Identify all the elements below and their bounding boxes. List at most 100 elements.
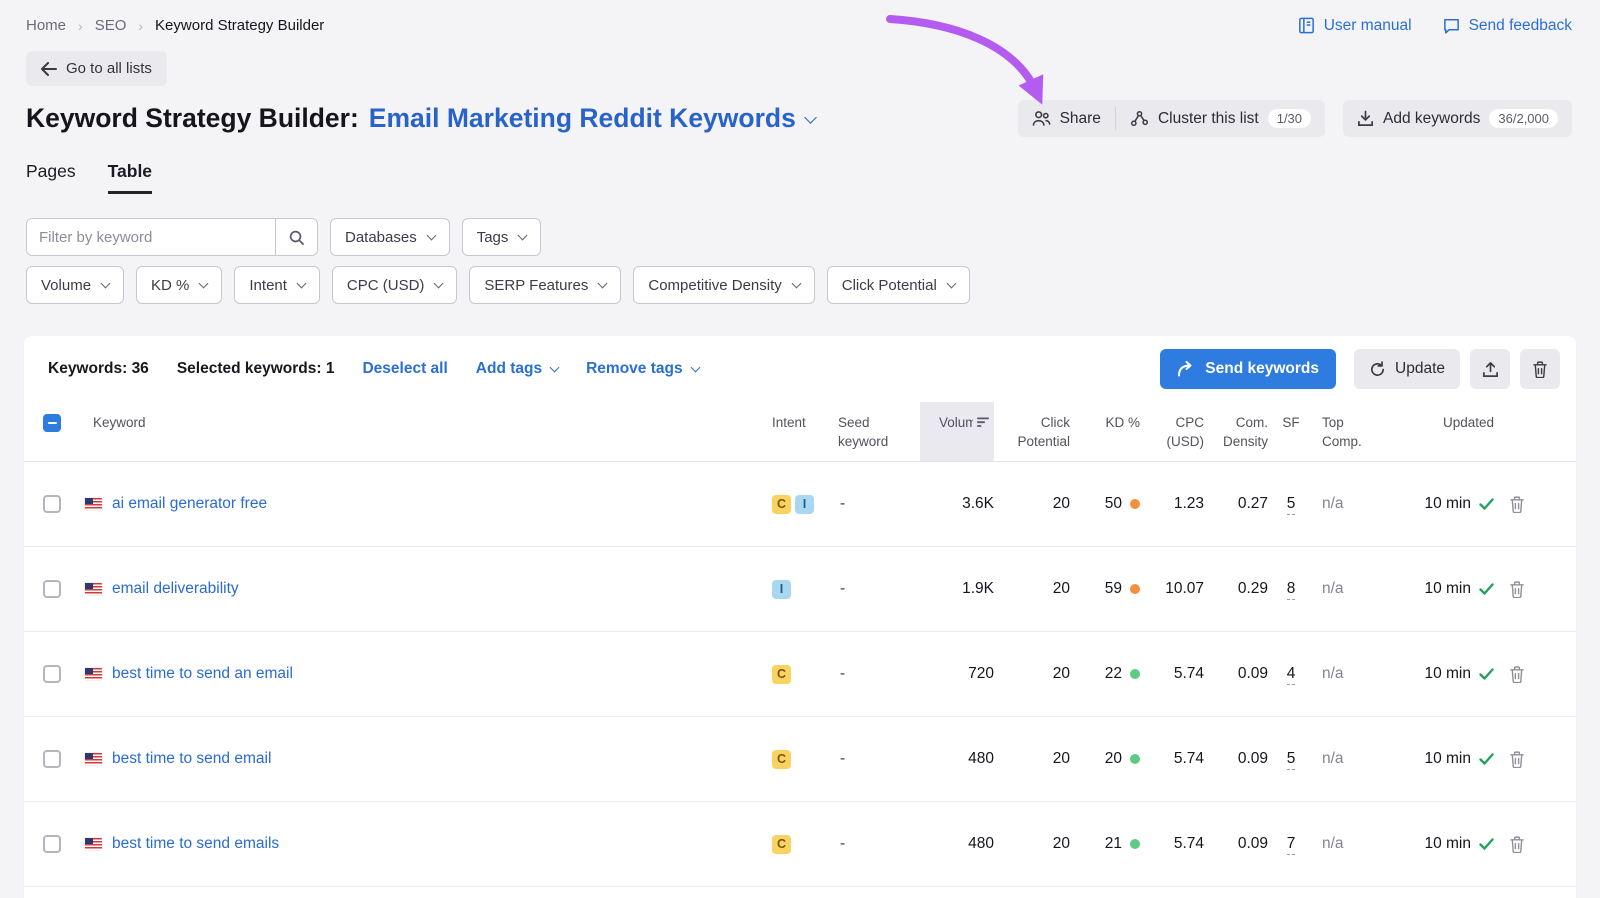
row-checkbox[interactable] — [43, 835, 61, 853]
intent-badge-C: C — [772, 665, 791, 684]
update-button[interactable]: Update — [1354, 349, 1460, 389]
com-density-value: 0.27 — [1204, 495, 1268, 513]
databases-dropdown[interactable]: Databases — [330, 218, 450, 256]
updated-check-icon — [1479, 668, 1494, 680]
volume-filter-dropdown[interactable]: Volume — [26, 266, 124, 304]
updated-value: 10 min — [1424, 495, 1471, 513]
column-volume-sorted[interactable]: Volume — [920, 402, 994, 461]
keyword-link[interactable]: best time to send an email — [112, 665, 293, 683]
delete-row-button[interactable] — [1505, 577, 1529, 602]
top-comp-value: n/a — [1314, 495, 1384, 513]
kd-filter-dropdown[interactable]: KD % — [136, 266, 222, 304]
keyword-link[interactable]: email deliverability — [112, 580, 239, 598]
table-row: email deliverabilityI-1.9K205910.070.298… — [24, 547, 1576, 632]
kd-value: 50 — [1105, 495, 1122, 513]
top-comp-value: n/a — [1314, 750, 1384, 768]
row-checkbox[interactable] — [43, 665, 61, 683]
trash-icon — [1509, 836, 1525, 853]
breadcrumb-home[interactable]: Home — [26, 17, 66, 34]
select-all-checkbox[interactable] — [43, 414, 61, 432]
serp-features-filter-dropdown[interactable]: SERP Features — [469, 266, 621, 304]
us-flag-icon — [85, 583, 102, 595]
user-manual-link[interactable]: User manual — [1297, 16, 1412, 35]
sf-value[interactable]: 4 — [1287, 665, 1296, 685]
go-to-all-lists-button[interactable]: Go to all lists — [26, 51, 167, 86]
chevron-down-icon — [426, 230, 436, 240]
volume-value: 3.6K — [920, 495, 994, 513]
delete-row-button[interactable] — [1505, 747, 1529, 772]
keyword-link[interactable]: best time to send email — [112, 750, 271, 768]
tab-table[interactable]: Table — [108, 161, 152, 194]
row-checkbox[interactable] — [43, 495, 61, 513]
export-button[interactable] — [1470, 349, 1510, 389]
keyword-link[interactable]: best time to send emails — [112, 835, 279, 853]
sf-value[interactable]: 8 — [1287, 580, 1296, 600]
column-top-comp[interactable]: Top Comp. — [1314, 402, 1384, 461]
kd-value: 59 — [1105, 580, 1122, 598]
tags-dropdown[interactable]: Tags — [462, 218, 542, 256]
cluster-this-list-button[interactable]: Cluster this list 1/30 — [1116, 100, 1325, 137]
send-keywords-button[interactable]: Send keywords — [1160, 349, 1336, 389]
row-checkbox[interactable] — [43, 750, 61, 768]
column-keyword[interactable]: Keyword — [80, 402, 764, 461]
kd-level-dot — [1130, 669, 1140, 679]
column-seed-keyword[interactable]: Seed keyword — [830, 402, 920, 461]
column-updated[interactable]: Updated — [1384, 402, 1494, 461]
chevron-down-icon — [550, 362, 560, 372]
chevron-down-icon — [946, 278, 956, 288]
share-cluster-group: Share Cluster this list 1/30 — [1018, 100, 1325, 137]
cpc-value: 10.07 — [1140, 580, 1204, 598]
delete-row-button[interactable] — [1505, 832, 1529, 857]
intent-badge-I: I — [795, 495, 814, 514]
com-density-value: 0.29 — [1204, 580, 1268, 598]
click-potential-filter-dropdown[interactable]: Click Potential — [827, 266, 970, 304]
intent-cell: C — [764, 835, 830, 854]
updated-check-icon — [1479, 838, 1494, 850]
kd-level-dot — [1130, 839, 1140, 849]
sf-value[interactable]: 5 — [1287, 750, 1296, 770]
deselect-all-link[interactable]: Deselect all — [362, 360, 447, 378]
chevron-down-icon — [296, 278, 306, 288]
send-feedback-link[interactable]: Send feedback — [1442, 16, 1572, 35]
competitive-density-filter-dropdown[interactable]: Competitive Density — [633, 266, 814, 304]
column-click-potential[interactable]: Click Potential — [994, 402, 1070, 461]
delete-row-button[interactable] — [1505, 662, 1529, 687]
column-cpc[interactable]: CPC (USD) — [1140, 402, 1204, 461]
column-com-density[interactable]: Com. Density — [1204, 402, 1268, 461]
list-name-dropdown[interactable]: Email Marketing Reddit Keywords — [369, 103, 796, 134]
updated-check-icon — [1479, 498, 1494, 510]
remove-tags-dropdown[interactable]: Remove tags — [586, 360, 698, 378]
us-flag-icon — [85, 838, 102, 850]
keywords-limit-badge: 36/2,000 — [1489, 109, 1558, 128]
filter-row-1: Databases Tags — [26, 218, 1574, 256]
chevron-down-icon[interactable] — [804, 111, 817, 124]
sf-value[interactable]: 7 — [1287, 835, 1296, 855]
seed-keyword-value: - — [830, 495, 920, 513]
column-intent[interactable]: Intent — [764, 402, 830, 461]
top-bar: Home › SEO › Keyword Strategy Builder Us… — [0, 0, 1600, 35]
share-button[interactable]: Share — [1018, 100, 1115, 137]
row-checkbox[interactable] — [43, 580, 61, 598]
sf-value[interactable]: 5 — [1287, 495, 1296, 515]
column-sf[interactable]: SF — [1268, 402, 1314, 461]
keyword-link[interactable]: ai email generator free — [112, 495, 267, 513]
keyword-filter-input[interactable] — [27, 219, 275, 255]
keyword-search-button[interactable] — [275, 219, 317, 255]
delete-row-button[interactable] — [1505, 492, 1529, 517]
intent-filter-dropdown[interactable]: Intent — [234, 266, 320, 304]
delete-selected-button[interactable] — [1520, 349, 1560, 389]
seed-keyword-value: - — [830, 750, 920, 768]
tab-pages[interactable]: Pages — [26, 161, 76, 194]
selected-keywords-count: Selected keywords: 1 — [177, 360, 335, 378]
column-kd[interactable]: KD % — [1070, 402, 1140, 461]
us-flag-icon — [85, 498, 102, 510]
add-keywords-button[interactable]: Add keywords 36/2,000 — [1343, 100, 1572, 137]
cpc-filter-dropdown[interactable]: CPC (USD) — [332, 266, 458, 304]
sort-descending-icon — [977, 417, 990, 428]
add-tags-dropdown[interactable]: Add tags — [476, 360, 558, 378]
trash-icon — [1509, 581, 1525, 598]
cpc-value: 5.74 — [1140, 835, 1204, 853]
breadcrumb-seo[interactable]: SEO — [95, 17, 127, 34]
updated-value: 10 min — [1424, 750, 1471, 768]
chevron-down-icon — [518, 230, 528, 240]
